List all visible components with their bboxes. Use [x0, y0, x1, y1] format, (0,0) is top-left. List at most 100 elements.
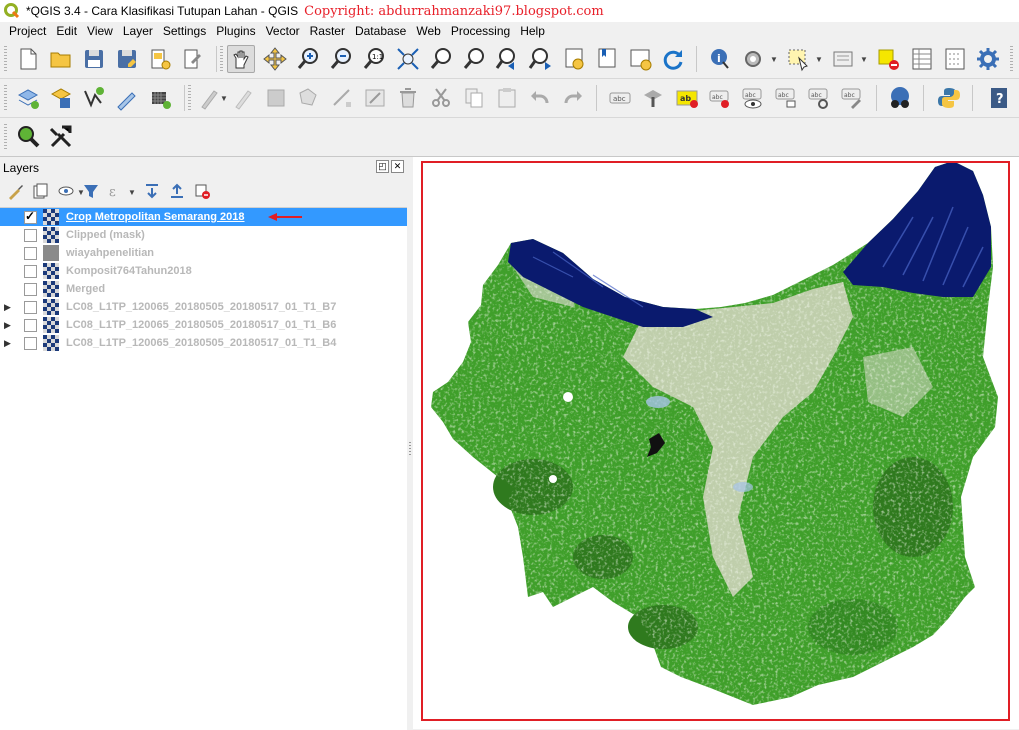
menu-project[interactable]: Project — [0, 24, 51, 38]
new-bookmark-icon[interactable] — [560, 45, 588, 73]
menu-processing[interactable]: Processing — [446, 24, 515, 38]
new-map-view-icon[interactable] — [626, 45, 654, 73]
expand-arrow-icon[interactable]: ▶ — [4, 302, 11, 313]
layer-name[interactable]: LC08_L1TP_120065_20180505_20180517_01_T1… — [66, 301, 336, 313]
select-by-value-dropdown-icon[interactable]: ▼ — [860, 55, 868, 64]
layer-visibility-checkbox[interactable] — [24, 318, 37, 332]
map-canvas[interactable] — [413, 157, 1019, 729]
deselect-features-icon[interactable] — [874, 45, 902, 73]
identify-features-icon[interactable]: i — [706, 45, 734, 73]
delete-selected-icon[interactable] — [394, 84, 422, 112]
layout-manager-icon[interactable] — [179, 45, 207, 73]
actions-dropdown-icon[interactable]: ▼ — [770, 55, 778, 64]
layer-item[interactable]: wiayahpenelitian — [0, 244, 407, 262]
rotate-label-icon[interactable]: abc — [805, 84, 833, 112]
open-styling-panel-icon[interactable] — [6, 181, 26, 201]
show-hide-labels-icon[interactable]: abc — [739, 84, 767, 112]
select-features-icon[interactable] — [784, 45, 812, 73]
zoom-out-icon[interactable] — [327, 45, 355, 73]
manage-map-themes-icon[interactable] — [56, 181, 76, 201]
plugin-binoculars-icon[interactable] — [886, 84, 914, 112]
pan-map-icon[interactable] — [227, 45, 255, 73]
layer-visibility-checkbox[interactable] — [24, 209, 37, 224]
layer-name[interactable]: Komposit764Tahun2018 — [66, 265, 192, 277]
layer-visibility-checkbox[interactable] — [24, 264, 37, 278]
data-source-manager-icon[interactable] — [47, 84, 75, 112]
menu-view[interactable]: View — [82, 24, 118, 38]
edit-dropdown-icon[interactable]: ▼ — [220, 94, 228, 103]
zoom-in-icon[interactable] — [294, 45, 322, 73]
collapse-all-icon[interactable] — [167, 181, 187, 201]
digitize-icon[interactable] — [113, 84, 141, 112]
float-panel-icon[interactable]: ◰ — [376, 160, 389, 173]
actions-icon[interactable] — [739, 45, 767, 73]
zoom-to-selection-icon[interactable] — [427, 45, 455, 73]
layer-visibility-checkbox[interactable] — [24, 336, 37, 350]
menu-database[interactable]: Database — [350, 24, 411, 38]
menu-help[interactable]: Help — [515, 24, 550, 38]
toolbar-grip[interactable] — [1010, 46, 1013, 72]
layer-item[interactable]: Merged — [0, 280, 407, 298]
zoom-to-layer-icon[interactable] — [460, 45, 488, 73]
add-vector-layer-icon[interactable] — [80, 84, 108, 112]
paste-features-icon[interactable] — [493, 84, 521, 112]
layer-labeling-icon[interactable] — [639, 84, 667, 112]
save-edits-icon[interactable] — [262, 84, 290, 112]
field-calculator-icon[interactable] — [941, 45, 969, 73]
layer-item[interactable]: Crop Metropolitan Semarang 2018 — [0, 208, 407, 226]
processing-tools-icon[interactable] — [47, 123, 75, 151]
expand-all-icon[interactable] — [142, 181, 162, 201]
save-as-icon[interactable] — [113, 45, 141, 73]
open-project-icon[interactable] — [47, 45, 75, 73]
zoom-next-icon[interactable] — [526, 45, 554, 73]
pan-to-selection-icon[interactable] — [261, 45, 289, 73]
menu-plugins[interactable]: Plugins — [211, 24, 260, 38]
layer-name[interactable]: Crop Metropolitan Semarang 2018 — [66, 211, 245, 223]
menu-raster[interactable]: Raster — [305, 24, 350, 38]
copy-features-icon[interactable] — [460, 84, 488, 112]
new-print-layout-icon[interactable] — [146, 45, 174, 73]
add-raster-icon[interactable] — [146, 84, 174, 112]
vertex-tool-icon[interactable] — [328, 84, 356, 112]
layer-item[interactable]: ▶ LC08_L1TP_120065_20180505_20180517_01_… — [0, 316, 407, 334]
cut-features-icon[interactable] — [427, 84, 455, 112]
attribute-table-icon[interactable] — [908, 45, 936, 73]
layer-visibility-checkbox[interactable] — [24, 228, 37, 242]
settings-gear-icon[interactable] — [974, 45, 1002, 73]
toggle-editing-icon[interactable] — [229, 84, 257, 112]
toolbar-grip[interactable] — [4, 46, 7, 72]
layer-item[interactable]: Komposit764Tahun2018 — [0, 262, 407, 280]
layer-visibility-checkbox[interactable] — [24, 300, 37, 314]
label-toolbar-icon[interactable]: abc — [606, 84, 634, 112]
new-project-icon[interactable] — [14, 45, 42, 73]
filter-legend-icon[interactable] — [81, 181, 101, 201]
layer-visibility-checkbox[interactable] — [24, 246, 37, 260]
menu-web[interactable]: Web — [411, 24, 445, 38]
layer-name[interactable]: LC08_L1TP_120065_20180505_20180517_01_T1… — [66, 337, 336, 349]
locator-search-icon[interactable] — [14, 123, 42, 151]
expand-arrow-icon[interactable]: ▶ — [4, 320, 11, 331]
layer-item[interactable]: Clipped (mask) — [0, 226, 407, 244]
highlight-labels-icon[interactable]: ab — [673, 84, 701, 112]
menu-layer[interactable]: Layer — [118, 24, 158, 38]
layer-item[interactable]: ▶ LC08_L1TP_120065_20180505_20180517_01_… — [0, 334, 407, 352]
toolbar-grip[interactable] — [4, 124, 7, 150]
select-dropdown-icon[interactable]: ▼ — [815, 55, 823, 64]
help-contents-icon[interactable]: ? — [985, 84, 1013, 112]
undo-icon[interactable] — [526, 84, 554, 112]
select-by-value-icon[interactable] — [829, 45, 857, 73]
zoom-full-icon[interactable] — [394, 45, 422, 73]
layer-visibility-checkbox[interactable] — [24, 282, 37, 296]
toolbar-grip[interactable] — [220, 46, 223, 72]
close-panel-icon[interactable]: ✕ — [391, 160, 404, 173]
layers-tree[interactable]: Crop Metropolitan Semarang 2018 Clipped … — [0, 207, 407, 730]
add-feature-icon[interactable] — [295, 84, 323, 112]
add-layer-icon[interactable] — [14, 84, 42, 112]
layer-item[interactable]: ▶ LC08_L1TP_120065_20180505_20180517_01_… — [0, 298, 407, 316]
layer-name[interactable]: LC08_L1TP_120065_20180505_20180517_01_T1… — [66, 319, 336, 331]
edit-layer-icon[interactable] — [195, 84, 223, 112]
remove-layer-icon[interactable] — [192, 181, 212, 201]
expand-arrow-icon[interactable]: ▶ — [4, 338, 11, 349]
change-label-icon[interactable]: abc — [838, 84, 866, 112]
redo-icon[interactable] — [559, 84, 587, 112]
